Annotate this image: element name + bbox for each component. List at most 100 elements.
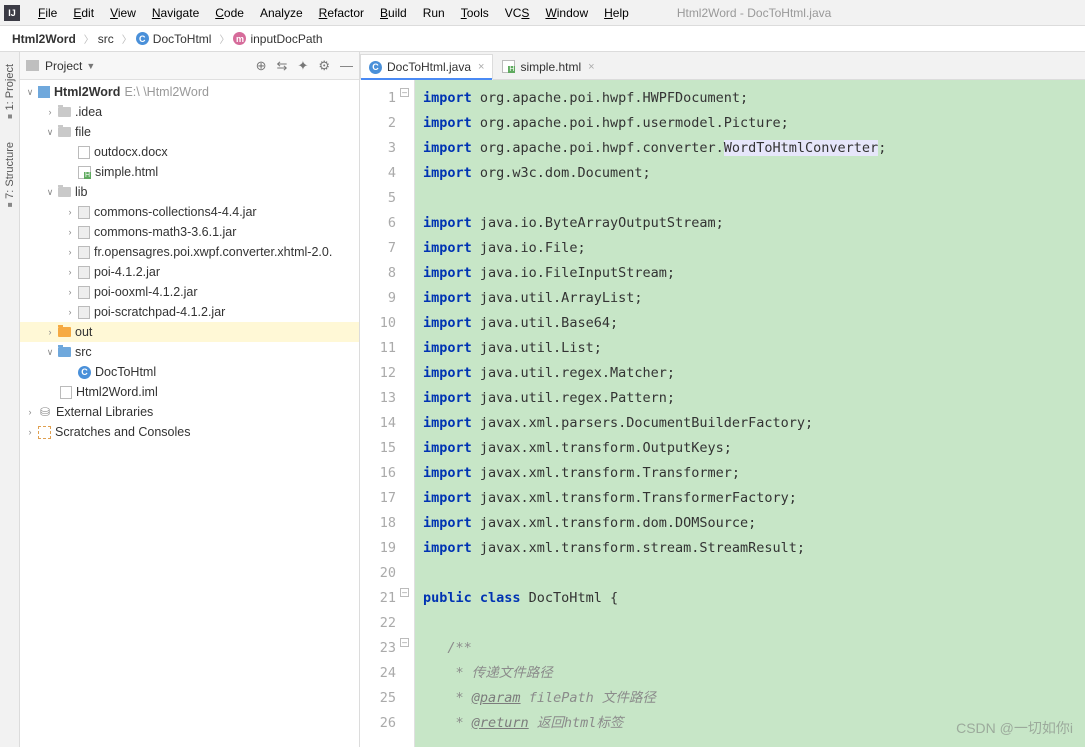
file-icon (78, 146, 90, 159)
menu-item-navigate[interactable]: Navigate (144, 3, 207, 23)
code-area[interactable]: 1234567891011121314151617181920212223242… (360, 80, 1085, 747)
close-icon[interactable]: × (478, 61, 484, 73)
tree-item-jar[interactable]: ›fr.opensagres.poi.xwpf.converter.xhtml-… (20, 242, 359, 262)
tree-label: file (75, 125, 91, 139)
tree-label: lib (75, 185, 88, 199)
tree-item-iml[interactable]: Html2Word.iml (20, 382, 359, 402)
tree-root[interactable]: ∨ Html2Word E:\ \Html2Word (20, 82, 359, 102)
breadcrumb-project-label: Html2Word (12, 32, 76, 46)
tree-item-doctohtml[interactable]: C DocToHtml (20, 362, 359, 382)
class-icon: C (78, 366, 91, 379)
tool-window-strip: 1: Project 7: Structure (0, 52, 20, 747)
tree-item-jar[interactable]: ›poi-4.1.2.jar (20, 262, 359, 282)
jar-icon (78, 286, 90, 299)
window-title: Html2Word - DocToHtml.java (677, 6, 831, 20)
menu-bar: IJ FileEditViewNavigateCodeAnalyzeRefact… (0, 0, 1085, 26)
menu-item-file[interactable]: File (30, 3, 65, 23)
jar-icon (78, 266, 90, 279)
fold-icon[interactable]: – (400, 638, 409, 647)
tree-item-jar[interactable]: ›commons-math3-3.6.1.jar (20, 222, 359, 242)
tree-item-idea[interactable]: › .idea (20, 102, 359, 122)
breadcrumb-member[interactable]: m inputDocPath (219, 28, 330, 50)
project-tree[interactable]: ∨ Html2Word E:\ \Html2Word › .idea ∨ fil… (20, 80, 359, 747)
editor-tab[interactable]: CDocToHtml.java× (360, 54, 493, 80)
tree-item-docx[interactable]: outdocx.docx (20, 142, 359, 162)
editor: CDocToHtml.java×simple.html× 12345678910… (360, 52, 1085, 747)
fold-icon[interactable]: – (400, 588, 409, 597)
sidetab-project[interactable]: 1: Project (3, 58, 17, 124)
folder-icon (58, 107, 71, 117)
class-icon: C (136, 32, 149, 45)
menu-item-analyze[interactable]: Analyze (252, 3, 311, 23)
menu-item-help[interactable]: Help (596, 3, 637, 23)
tree-item-external-libraries[interactable]: ›⛁ External Libraries (20, 402, 359, 422)
menu-item-build[interactable]: Build (372, 3, 415, 23)
tree-label: poi-scratchpad-4.1.2.jar (94, 305, 225, 319)
menu-item-run[interactable]: Run (415, 3, 453, 23)
tree-label: commons-collections4-4.4.jar (94, 205, 257, 219)
sidetab-structure[interactable]: 7: Structure (3, 136, 17, 213)
tree-label: out (75, 325, 92, 339)
tree-item-src[interactable]: ∨ src (20, 342, 359, 362)
folder-icon (58, 187, 71, 197)
project-panel-header: Project ▼ ⊕ ⇆ ✦ ⚙ — (20, 52, 359, 80)
tree-label: commons-math3-3.6.1.jar (94, 225, 236, 239)
breadcrumb-project[interactable]: Html2Word (8, 28, 84, 50)
jar-icon (78, 206, 90, 219)
tab-label: simple.html (520, 60, 581, 74)
breadcrumb-member-label: inputDocPath (250, 32, 322, 46)
gutter[interactable]: 1234567891011121314151617181920212223242… (360, 80, 415, 747)
breadcrumb-package-label: src (98, 32, 114, 46)
menu-item-code[interactable]: Code (207, 3, 252, 23)
menu-item-refactor[interactable]: Refactor (311, 3, 372, 23)
editor-tab[interactable]: simple.html × (493, 53, 603, 79)
tree-item-simplehtml[interactable]: simple.html (20, 162, 359, 182)
tree-root-label: Html2Word (54, 85, 120, 99)
fold-icon[interactable]: – (400, 88, 409, 97)
jar-icon (78, 246, 90, 259)
tree-root-path: E:\ \Html2Word (124, 85, 209, 99)
library-icon: ⛁ (38, 405, 52, 419)
menu-item-window[interactable]: Window (537, 3, 596, 23)
breadcrumb-package[interactable]: src (84, 28, 122, 50)
tree-item-lib[interactable]: ∨ lib (20, 182, 359, 202)
dropdown-icon: ▼ (86, 61, 95, 71)
tree-item-jar[interactable]: ›poi-ooxml-4.1.2.jar (20, 282, 359, 302)
breadcrumb-class-label: DocToHtml (153, 32, 212, 46)
expand-icon[interactable]: ⇆ (277, 58, 288, 74)
tree-label: External Libraries (56, 405, 153, 419)
method-icon: m (233, 32, 246, 45)
project-view-icon (26, 60, 39, 71)
tree-label: simple.html (95, 165, 158, 179)
folder-icon (58, 347, 71, 357)
tree-item-jar[interactable]: ›poi-scratchpad-4.1.2.jar (20, 302, 359, 322)
tree-item-jar[interactable]: ›commons-collections4-4.4.jar (20, 202, 359, 222)
view-mode-icon[interactable]: ✦ (297, 58, 308, 74)
close-icon[interactable]: × (588, 61, 594, 73)
hide-icon[interactable]: — (340, 58, 353, 74)
tab-label: DocToHtml.java (387, 60, 471, 74)
sidetab-structure-label: 7: Structure (4, 142, 16, 199)
html-icon (502, 60, 515, 73)
tree-label: Scratches and Consoles (55, 425, 191, 439)
code-lines[interactable]: import org.apache.poi.hwpf.HWPFDocument;… (415, 80, 1085, 747)
tree-label: poi-ooxml-4.1.2.jar (94, 285, 198, 299)
menu-item-edit[interactable]: Edit (65, 3, 102, 23)
breadcrumb: Html2Word src C DocToHtml m inputDocPath (0, 26, 1085, 52)
tree-label: .idea (75, 105, 102, 119)
tree-label: Html2Word.iml (76, 385, 158, 399)
locate-icon[interactable]: ⊕ (256, 58, 267, 74)
gear-icon[interactable]: ⚙ (318, 58, 330, 74)
menu-item-view[interactable]: View (102, 3, 144, 23)
tree-item-file[interactable]: ∨ file (20, 122, 359, 142)
tree-item-scratches[interactable]: › Scratches and Consoles (20, 422, 359, 442)
menu-item-tools[interactable]: Tools (453, 3, 497, 23)
menu-item-vcs[interactable]: VCS (497, 3, 538, 23)
tree-label: outdocx.docx (94, 145, 168, 159)
project-panel-title[interactable]: Project ▼ (45, 59, 95, 73)
tree-label: poi-4.1.2.jar (94, 265, 160, 279)
app-icon: IJ (4, 5, 20, 21)
tree-item-out[interactable]: › out (20, 322, 359, 342)
module-icon (38, 86, 50, 98)
breadcrumb-class[interactable]: C DocToHtml (122, 28, 220, 50)
